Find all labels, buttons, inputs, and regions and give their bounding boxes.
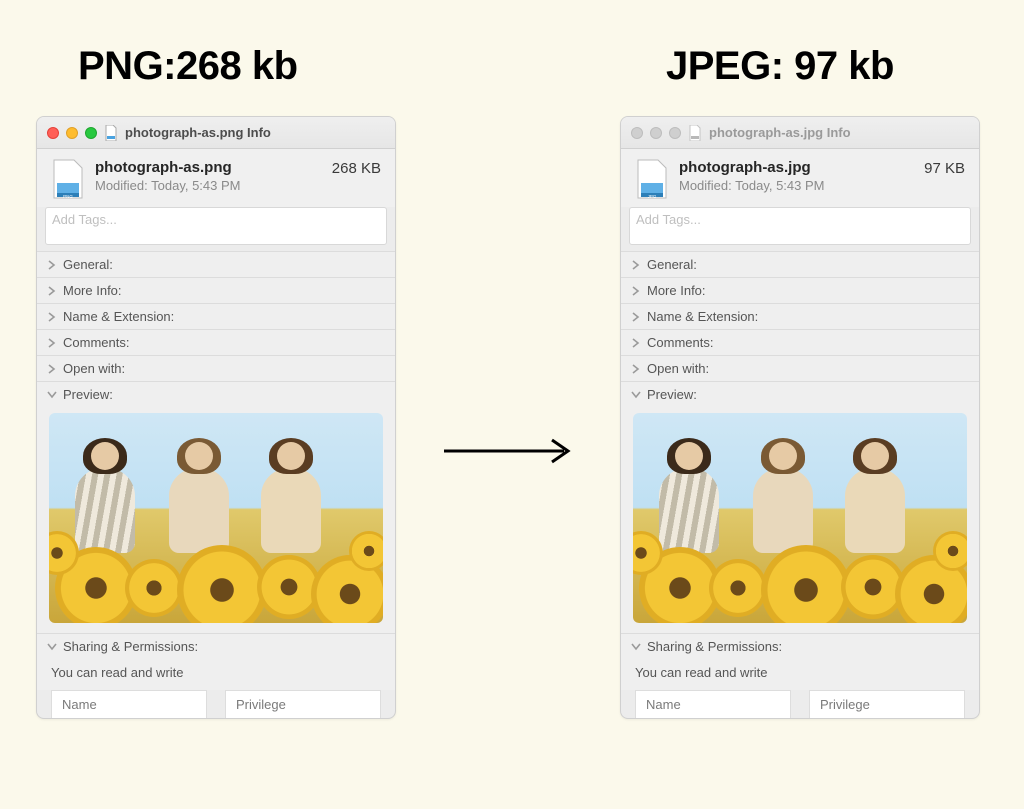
section-label: More Info: xyxy=(647,283,706,298)
permissions-table-header: Name Privilege xyxy=(621,690,979,718)
section-label: Comments: xyxy=(647,335,713,350)
file-size: 268 KB xyxy=(332,159,381,177)
section-label: Open with: xyxy=(63,361,125,376)
modified-text: Modified: Today, 5:43 PM xyxy=(679,178,914,193)
preview-image xyxy=(633,413,967,623)
close-icon[interactable] xyxy=(631,127,643,139)
section-label: Preview: xyxy=(63,387,113,402)
section-label: General: xyxy=(63,257,113,272)
section-preview[interactable]: Preview: xyxy=(621,381,979,407)
file-size: 97 KB xyxy=(924,159,965,177)
col-privilege: Privilege xyxy=(225,690,381,718)
section-name-extension[interactable]: Name & Extension: xyxy=(621,303,979,329)
heading-png: PNG:268 kb xyxy=(78,44,298,89)
chevron-right-icon xyxy=(631,364,641,374)
permissions-table-header: Name Privilege xyxy=(37,690,395,718)
svg-text:JPG: JPG xyxy=(648,194,657,199)
section-label: General: xyxy=(647,257,697,272)
section-sharing[interactable]: Sharing & Permissions: xyxy=(621,633,979,659)
section-name-extension[interactable]: Name & Extension: xyxy=(37,303,395,329)
titlebar[interactable]: photograph-as.jpg Info xyxy=(621,117,979,149)
zoom-icon[interactable] xyxy=(669,127,681,139)
section-general[interactable]: General: xyxy=(37,251,395,277)
section-open-with[interactable]: Open with: xyxy=(621,355,979,381)
arrow-right-icon xyxy=(440,436,580,466)
section-comments[interactable]: Comments: xyxy=(37,329,395,355)
info-panel-png: photograph-as.png Info PNG photograph-as… xyxy=(36,116,396,719)
col-name: Name xyxy=(635,690,791,718)
chevron-down-icon xyxy=(47,642,57,652)
section-label: Name & Extension: xyxy=(647,309,758,324)
window-title: photograph-as.png Info xyxy=(125,125,271,140)
chevron-right-icon xyxy=(47,364,57,374)
file-thumbnail-icon: PNG xyxy=(51,159,85,199)
section-comments[interactable]: Comments: xyxy=(621,329,979,355)
col-privilege: Privilege xyxy=(809,690,965,718)
chevron-right-icon xyxy=(47,338,57,348)
file-header: PNG photograph-as.png Modified: Today, 5… xyxy=(37,149,395,207)
tags-input[interactable]: Add Tags... xyxy=(629,207,971,245)
file-thumbnail-icon: JPG xyxy=(635,159,669,199)
permissions-text: You can read and write xyxy=(621,659,979,690)
chevron-right-icon xyxy=(631,312,641,322)
zoom-icon[interactable] xyxy=(85,127,97,139)
chevron-right-icon xyxy=(47,260,57,270)
section-more-info[interactable]: More Info: xyxy=(37,277,395,303)
section-label: Open with: xyxy=(647,361,709,376)
preview-image xyxy=(49,413,383,623)
chevron-down-icon xyxy=(47,390,57,400)
minimize-icon[interactable] xyxy=(66,127,78,139)
section-label: Sharing & Permissions: xyxy=(63,639,198,654)
svg-text:PNG: PNG xyxy=(63,194,73,199)
chevron-down-icon xyxy=(631,390,641,400)
chevron-down-icon xyxy=(631,642,641,652)
info-panel-jpg: photograph-as.jpg Info JPG photograph-as… xyxy=(620,116,980,719)
section-more-info[interactable]: More Info: xyxy=(621,277,979,303)
preview-area xyxy=(37,407,395,633)
file-icon xyxy=(688,125,702,141)
section-label: Preview: xyxy=(647,387,697,402)
file-header: JPG photograph-as.jpg Modified: Today, 5… xyxy=(621,149,979,207)
minimize-icon[interactable] xyxy=(650,127,662,139)
filename: photograph-as.png xyxy=(95,159,322,176)
filename: photograph-as.jpg xyxy=(679,159,914,176)
section-sharing[interactable]: Sharing & Permissions: xyxy=(37,633,395,659)
chevron-right-icon xyxy=(631,338,641,348)
chevron-right-icon xyxy=(47,312,57,322)
modified-text: Modified: Today, 5:43 PM xyxy=(95,178,322,193)
chevron-right-icon xyxy=(47,286,57,296)
section-general[interactable]: General: xyxy=(621,251,979,277)
section-label: Name & Extension: xyxy=(63,309,174,324)
close-icon[interactable] xyxy=(47,127,59,139)
chevron-right-icon xyxy=(631,286,641,296)
section-preview[interactable]: Preview: xyxy=(37,381,395,407)
col-name: Name xyxy=(51,690,207,718)
window-title: photograph-as.jpg Info xyxy=(709,125,851,140)
section-open-with[interactable]: Open with: xyxy=(37,355,395,381)
tags-input[interactable]: Add Tags... xyxy=(45,207,387,245)
section-label: Sharing & Permissions: xyxy=(647,639,782,654)
file-icon xyxy=(104,125,118,141)
titlebar[interactable]: photograph-as.png Info xyxy=(37,117,395,149)
permissions-text: You can read and write xyxy=(37,659,395,690)
heading-jpeg: JPEG: 97 kb xyxy=(666,44,894,89)
section-label: More Info: xyxy=(63,283,122,298)
preview-area xyxy=(621,407,979,633)
section-label: Comments: xyxy=(63,335,129,350)
chevron-right-icon xyxy=(631,260,641,270)
